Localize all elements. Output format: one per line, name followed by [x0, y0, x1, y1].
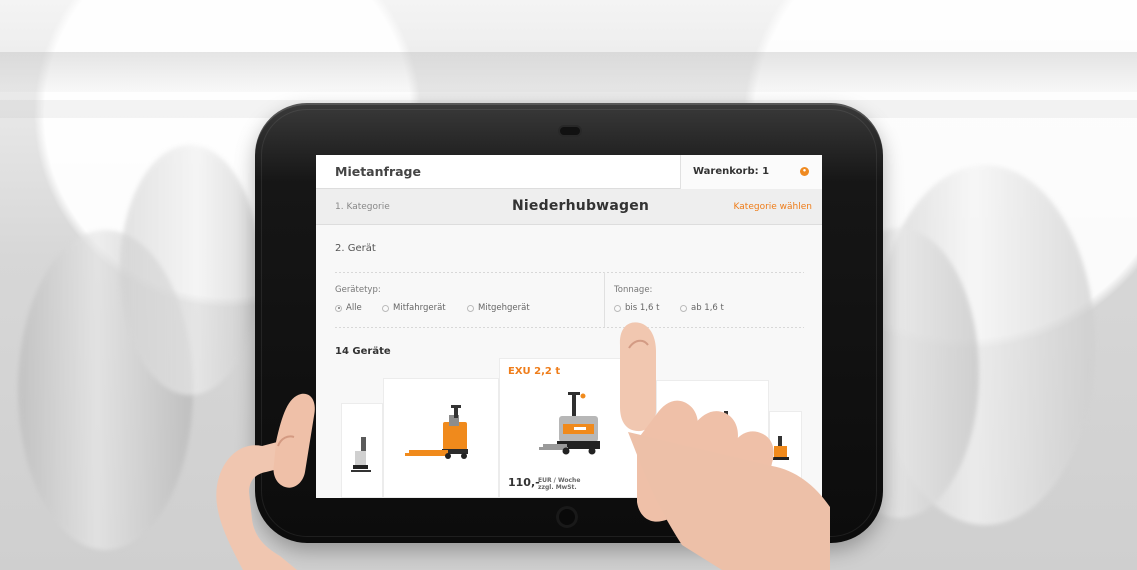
pallet-truck-icon: [539, 392, 600, 455]
radio-mitgehgeraet[interactable]: Mitgehgerät: [467, 303, 530, 313]
product-card[interactable]: [656, 380, 769, 498]
cart-indicator-icon: •: [800, 167, 809, 176]
header-bar: Mietanfrage Warenkorb: 1 •: [316, 155, 822, 189]
cart-button[interactable]: Warenkorb: 1 •: [680, 155, 822, 189]
radio-icon: [680, 304, 687, 312]
tonnage-label: Tonnage:: [614, 285, 653, 295]
radio-bis-16[interactable]: bis 1,6 t: [614, 303, 659, 313]
radio-label-bis-16: bis 1,6 t: [625, 303, 660, 313]
background-barrel-left-back: [120, 145, 260, 395]
step-label-device: 2. Gerät: [335, 243, 376, 254]
product-card[interactable]: [383, 378, 499, 498]
stacker-icon: [351, 437, 371, 472]
camera-icon: [560, 127, 580, 135]
radio-label-mitgehgeraet: Mitgehgerät: [478, 303, 530, 313]
choose-category-link[interactable]: Kategorie wählen: [734, 202, 812, 212]
filter-divider-bottom: [335, 327, 804, 328]
home-button[interactable]: [556, 506, 578, 528]
featured-price: 110,-: [508, 476, 540, 489]
pallet-truck-icon: [684, 411, 736, 455]
cart-label: Warenkorb: 1: [693, 166, 770, 177]
tablet-screen: Mietanfrage Warenkorb: 1 • 1. Kategorie …: [316, 155, 822, 498]
product-card[interactable]: [769, 411, 802, 498]
filter-divider-top: [335, 272, 804, 273]
radio-icon: [467, 304, 474, 312]
radio-label-mitfahrgeraet: Mitfahrgerät: [393, 303, 446, 313]
product-card[interactable]: [341, 403, 383, 498]
radio-icon: [614, 304, 621, 312]
step-label-category: 1. Kategorie: [335, 202, 390, 212]
radio-icon: [382, 304, 389, 312]
featured-product-name: EXU 2,2 t: [508, 366, 561, 377]
tablet-device: Mietanfrage Warenkorb: 1 • 1. Kategorie …: [255, 103, 883, 543]
radio-label-ab-16: ab 1,6 t: [691, 303, 724, 313]
result-count: 14 Geräte: [335, 346, 391, 357]
radio-mitfahrgeraet[interactable]: Mitfahrgerät: [382, 303, 446, 313]
category-row: 1. Kategorie Niederhubwagen Kategorie wä…: [316, 189, 822, 225]
featured-product-card[interactable]: EXU 2,2 t 110,- EUR / Woche zzgl. MwSt.: [499, 358, 656, 498]
device-type-label: Gerätetyp:: [335, 285, 381, 295]
filter-column-divider: [604, 272, 605, 327]
radio-label-all: Alle: [346, 303, 362, 313]
category-title: Niederhubwagen: [512, 198, 650, 214]
background-beam: [0, 52, 1137, 92]
photo-scene: Mietanfrage Warenkorb: 1 • 1. Kategorie …: [0, 0, 1137, 570]
pallet-truck-icon: [773, 436, 789, 460]
featured-price-note: EUR / Woche zzgl. MwSt.: [538, 477, 581, 492]
page-title: Mietanfrage: [335, 164, 421, 179]
radio-all[interactable]: Alle: [335, 303, 362, 313]
radio-ab-16[interactable]: ab 1,6 t: [680, 303, 724, 313]
pallet-truck-icon: [405, 405, 468, 459]
radio-selected-icon: [335, 304, 342, 312]
